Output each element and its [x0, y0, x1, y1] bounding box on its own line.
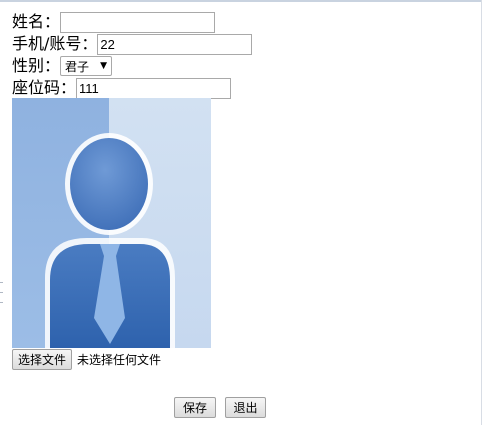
gender-label: 性别： — [12, 56, 61, 75]
name-input[interactable] — [60, 11, 216, 33]
gender-selected-value: 君子 — [65, 59, 90, 74]
gender-select[interactable]: 君子 ▼ — [60, 56, 113, 76]
user-avatar-placeholder-icon — [12, 98, 211, 348]
choose-file-button[interactable]: 选择文件 — [12, 348, 73, 370]
gender-row: 性别： 君子 ▼ — [12, 55, 113, 77]
seat-row: 座位码： — [12, 77, 232, 99]
phone-row: 手机/账号： — [12, 33, 253, 55]
chevron-down-icon: ▼ — [100, 60, 108, 71]
edge-marker — [0, 292, 3, 293]
file-upload-row: 选择文件 未选择任何文件 — [12, 348, 161, 370]
phone-input[interactable] — [97, 33, 253, 55]
phone-label: 手机/账号： — [12, 34, 98, 53]
seat-label: 座位码： — [12, 78, 77, 97]
edge-marker — [0, 282, 3, 283]
edge-marker — [0, 302, 3, 303]
name-label: 姓名： — [12, 12, 61, 31]
name-row: 姓名： — [12, 11, 216, 33]
window-top-border — [0, 0, 482, 2]
user-photo — [12, 98, 211, 348]
seat-input[interactable] — [76, 77, 232, 99]
exit-button[interactable]: 退出 — [225, 397, 266, 418]
file-status-text: 未选择任何文件 — [77, 352, 162, 367]
save-button[interactable]: 保存 — [174, 397, 216, 418]
